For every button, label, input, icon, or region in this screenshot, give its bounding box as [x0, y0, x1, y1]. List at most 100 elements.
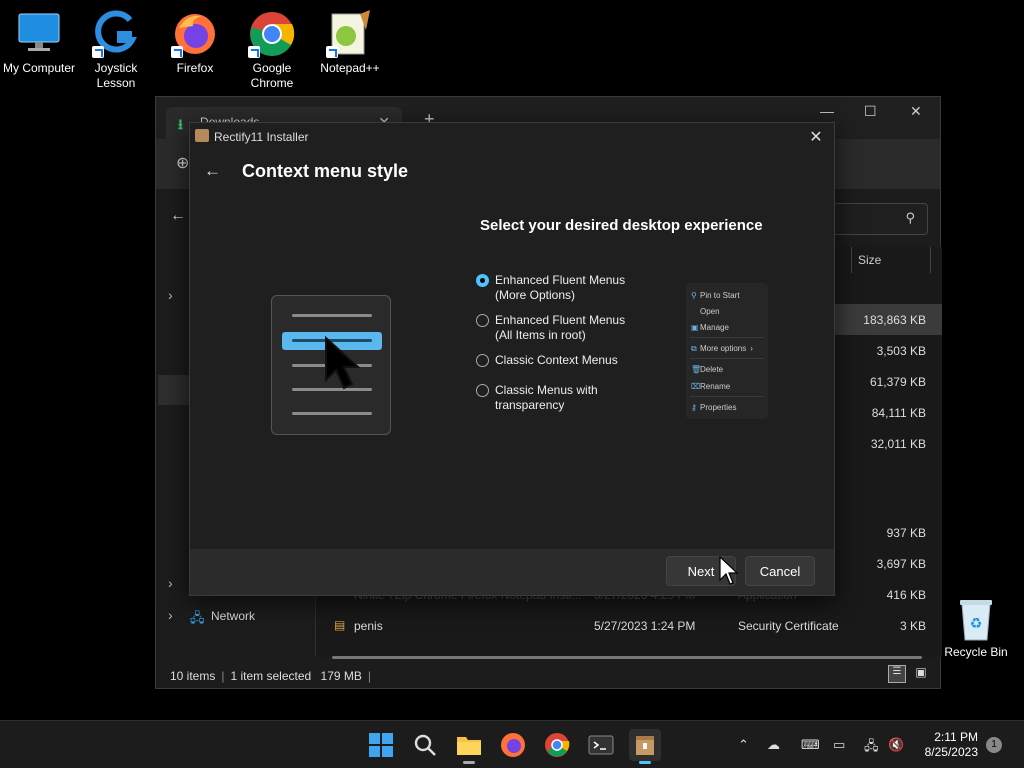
file-size: 937 KB	[886, 526, 926, 540]
status-selected: 1 item selected	[230, 669, 312, 683]
radio-unselected-icon	[476, 314, 489, 327]
clock[interactable]: 2:11 PM 8/25/2023	[925, 730, 978, 760]
file-size: 3,503 KB	[876, 344, 926, 358]
radio-unselected-icon	[476, 384, 489, 397]
monitor-icon	[15, 10, 63, 58]
preview-item: Manage	[700, 323, 729, 332]
file-size: 183,863 KB	[863, 313, 926, 327]
table-row[interactable]: ▤ penis 5/27/2023 1:24 PM Security Certi…	[316, 610, 942, 641]
desktop-icon-firefox[interactable]: Firefox	[156, 10, 234, 76]
context-menu-preview: ⚲ Pin to Start Open ▣Manage ⧉ More options…	[686, 283, 768, 419]
cancel-button[interactable]: Cancel	[745, 556, 815, 586]
network-icon: 🖧	[190, 610, 205, 625]
preview-item: Open	[700, 307, 720, 316]
installer-titlebar: Rectify11 Installer ✕	[190, 123, 834, 151]
back-arrow-icon[interactable]: ←	[170, 207, 186, 225]
details-view-icon[interactable]: ☰	[888, 665, 906, 683]
delete-icon: 🗑	[691, 365, 702, 374]
clock-date: 8/25/2023	[924, 745, 978, 759]
file-size: 3 KB	[899, 619, 926, 633]
preview-item: More options	[700, 344, 747, 353]
cursor-arrow-icon	[325, 336, 361, 390]
section-subheading: Select your desired desktop experience	[480, 217, 763, 234]
preview-item: Pin to Start	[700, 291, 740, 300]
search-input[interactable]: ⚲	[832, 203, 928, 235]
desktop-icon-joystick-lesson[interactable]: Joystick Lesson	[77, 10, 155, 91]
horizontal-scrollbar[interactable]	[332, 656, 922, 659]
file-size: 32,011 KB	[870, 437, 926, 451]
status-item-count: 10 items	[170, 669, 216, 683]
file-size: 3,697 KB	[876, 557, 926, 571]
close-icon[interactable]: ✕	[806, 127, 826, 147]
windows-logo-icon	[369, 733, 393, 757]
preview-item: Delete	[700, 365, 724, 374]
new-item-icon[interactable]: ⊕	[176, 153, 189, 173]
radio-selected-icon	[476, 274, 489, 287]
desktop-icon-label: Notepad++	[320, 61, 380, 75]
network-icon[interactable]: 🖧	[864, 737, 879, 759]
taskbar-installer[interactable]	[629, 729, 661, 764]
onedrive-offline-icon[interactable]: ☁	[767, 737, 780, 753]
file-size: 84,111 KB	[871, 406, 926, 420]
radio-label: Classic Context Menus	[495, 353, 618, 367]
notification-badge[interactable]: 1	[986, 737, 1002, 753]
maximize-button[interactable]: ☐	[864, 103, 877, 120]
desktop-icon-label: Joystick Lesson	[94, 61, 138, 90]
desktop-icon-my-computer[interactable]: My Computer	[0, 10, 78, 76]
clock-time: 2:11 PM	[934, 730, 978, 744]
minimize-button[interactable]: —	[820, 103, 834, 119]
chevron-right-icon[interactable]: ›	[168, 287, 173, 303]
taskbar-file-explorer[interactable]	[455, 731, 483, 764]
shortcut-arrow-icon	[171, 46, 183, 58]
back-arrow-icon[interactable]: ←	[204, 161, 221, 181]
shortcut-arrow-icon	[326, 46, 338, 58]
nav-selected-item[interactable]	[158, 375, 190, 405]
start-button[interactable]	[367, 731, 395, 759]
tiles-view-icon[interactable]: ▣	[912, 665, 930, 683]
desktop-icon-notepadpp[interactable]: Notepad++	[311, 10, 389, 76]
joystick-app-icon	[92, 10, 140, 58]
installer-box-icon	[636, 736, 654, 755]
column-header-size[interactable]: Size	[851, 247, 931, 273]
volume-muted-icon[interactable]: 🔇	[888, 737, 904, 753]
desktop-icon-label: My Computer	[2, 61, 76, 75]
file-size: 61,379 KB	[869, 375, 926, 389]
recycle-bin-icon: ♻	[960, 600, 992, 641]
close-window-button[interactable]: ✕	[910, 103, 922, 120]
shortcut-arrow-icon	[248, 46, 260, 58]
more-options-icon: ⧉	[691, 344, 697, 353]
properties-icon: ⚷	[691, 403, 697, 412]
desktop-icon-label: Firefox	[176, 61, 214, 75]
svg-text:♻: ♻	[970, 615, 983, 631]
mouse-cursor-icon	[719, 556, 739, 585]
chevron-right-icon[interactable]: ›	[168, 607, 173, 623]
desktop-icon-google-chrome[interactable]: Google Chrome	[233, 10, 311, 91]
firefox-icon	[501, 733, 525, 757]
manage-icon: ▣	[691, 323, 699, 332]
nav-item-network[interactable]: Network	[211, 609, 255, 623]
pin-icon: ⚲	[691, 291, 697, 300]
status-bar: 10 items | 1 item selected 179 MB | ☰ ▣	[156, 662, 940, 688]
chevron-right-icon[interactable]: ›	[168, 575, 173, 591]
taskbar-chrome[interactable]	[543, 731, 571, 759]
taskbar-terminal[interactable]	[587, 731, 615, 759]
download-icon: ⭳	[178, 116, 183, 132]
firefox-icon	[171, 10, 219, 58]
status-selected-size: 179 MB	[320, 669, 362, 683]
desktop-icon-recycle-bin[interactable]: ♻ Recycle Bin	[944, 598, 1008, 659]
radio-unselected-icon	[476, 354, 489, 367]
installer-title: Rectify11 Installer	[214, 130, 309, 144]
keyboard-icon[interactable]: ⌨	[801, 737, 820, 753]
terminal-icon	[588, 735, 614, 755]
radio-label: Classic Menus with transparency	[495, 383, 598, 412]
installer-dialog: Rectify11 Installer ✕ ← Context menu sty…	[189, 122, 835, 596]
search-button[interactable]	[411, 731, 439, 759]
rename-icon: ⌧	[691, 382, 701, 391]
tablet-icon[interactable]: ▭	[833, 737, 845, 753]
installer-app-icon	[195, 129, 209, 142]
search-icon: ⚲	[905, 210, 915, 225]
taskbar-firefox[interactable]	[499, 731, 527, 759]
shortcut-arrow-icon	[92, 46, 104, 58]
chrome-icon	[248, 10, 296, 58]
chevron-up-icon[interactable]: ⌃	[738, 737, 749, 753]
